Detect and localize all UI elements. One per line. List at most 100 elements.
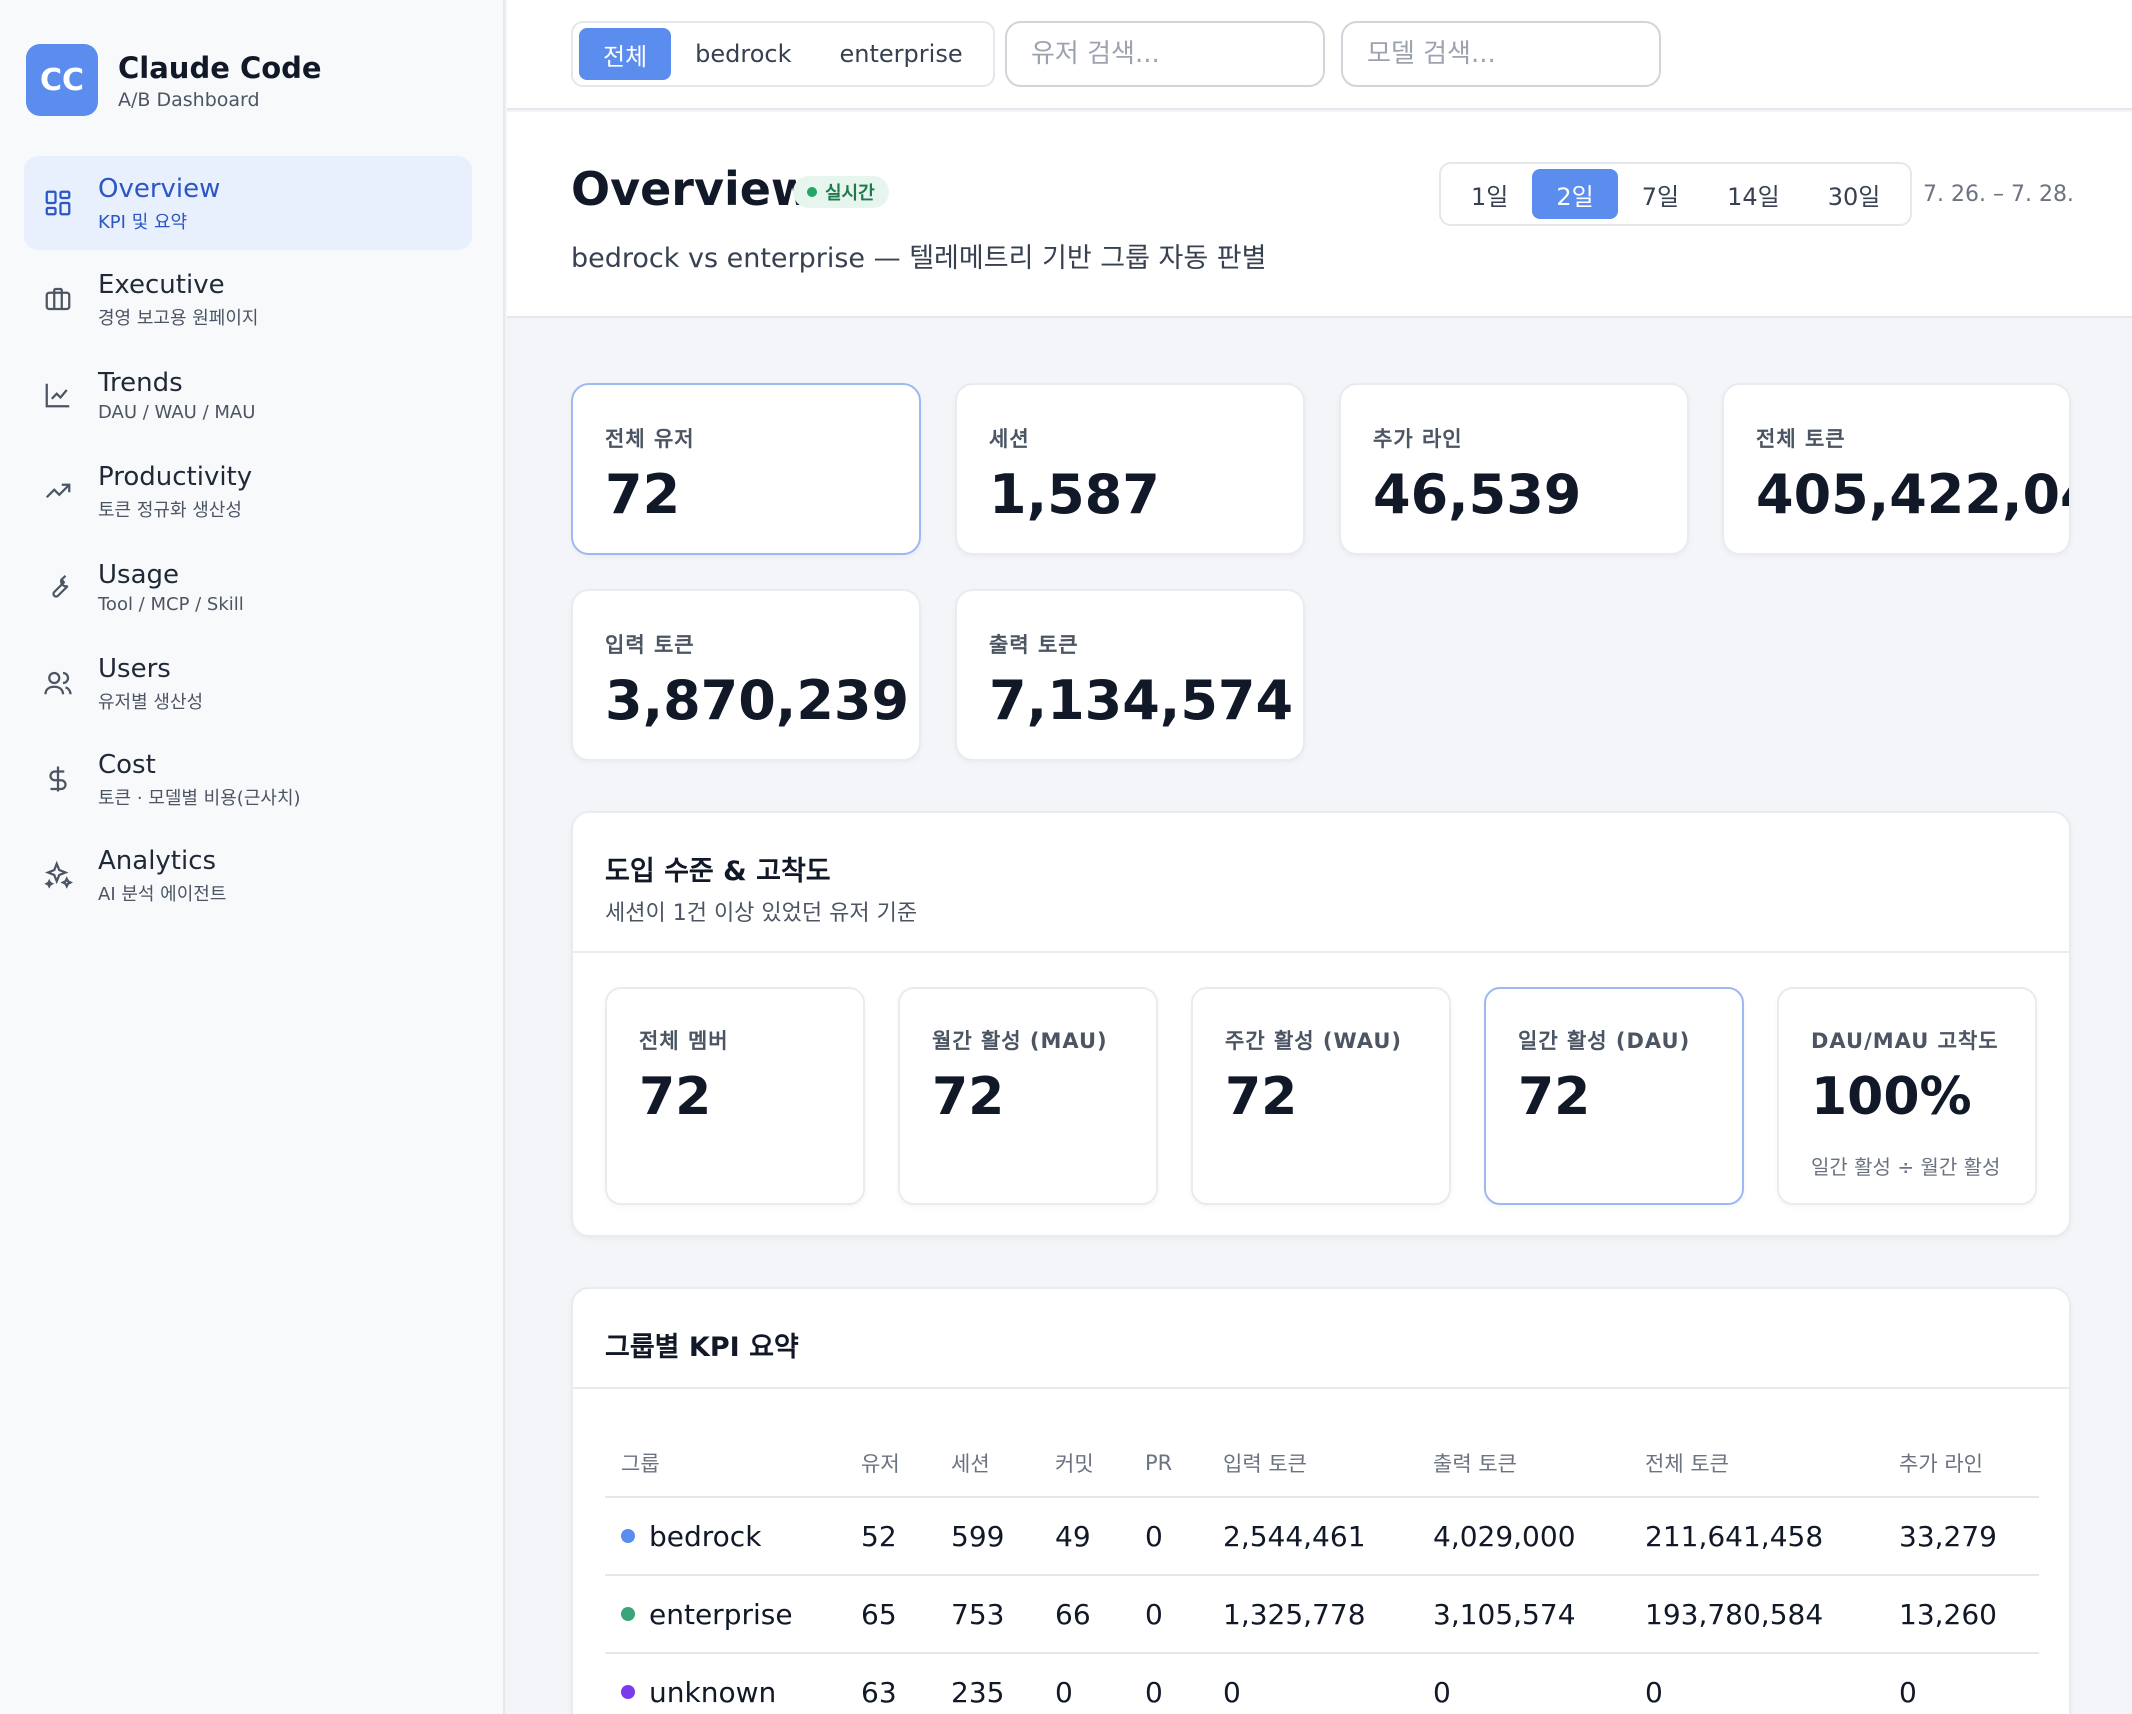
table-cell: 52 <box>845 1497 935 1576</box>
brand-title: Claude Code <box>118 51 322 85</box>
panel-divider <box>573 951 2069 953</box>
table-row[interactable]: enterprise 65 753 66 0 1,325,778 3,105,5… <box>605 1575 2039 1654</box>
column-header[interactable]: 입력 토큰 <box>1207 1429 1417 1498</box>
dollar-icon <box>40 761 76 797</box>
sidebar-item-executive[interactable]: Executive 경영 보고용 원페이지 <box>24 252 472 346</box>
sidebar-item-label: Usage <box>98 560 180 590</box>
range-2d[interactable]: 2일 <box>1532 169 1618 219</box>
group-name: bedrock <box>649 1519 762 1553</box>
adoption-card-stickiness: DAU/MAU 고착도 100% 일간 활성 ÷ 월간 활성 <box>1777 987 2037 1205</box>
range-30d[interactable]: 30일 <box>1804 169 1905 219</box>
brand-subtitle: A/B Dashboard <box>118 89 260 111</box>
adoption-label: 일간 활성 (DAU) <box>1518 1029 1691 1053</box>
wrench-icon <box>40 569 76 605</box>
adoption-label: 주간 활성 (WAU) <box>1225 1029 1402 1053</box>
table-cell: 753 <box>935 1575 1039 1654</box>
group-dot-icon <box>621 1684 635 1699</box>
table-cell: 0 <box>1129 1575 1207 1654</box>
kpi-value: 72 <box>605 463 681 526</box>
kpi-value: 7,134,574 <box>989 669 1294 732</box>
column-header[interactable]: PR <box>1129 1429 1207 1498</box>
sidebar-item-label: Trends <box>98 368 183 398</box>
kpi-card-input-tokens: 입력 토큰 3,870,239 <box>571 589 921 761</box>
sidebar-item-desc: 토큰 · 모델별 비용(근사치) <box>98 787 301 809</box>
topbar: 전체 bedrock enterprise <box>507 0 2132 110</box>
adoption-card-total-members: 전체 멤버 72 <box>605 987 865 1205</box>
column-header[interactable]: 세션 <box>935 1429 1039 1498</box>
sidebar-item-analytics[interactable]: Analytics AI 분석 에이전트 <box>24 828 472 922</box>
kpi-card-total-tokens: 전체 토큰 405,422,042 <box>1722 383 2071 555</box>
kpi-value: 405,422,042 <box>1756 463 2069 526</box>
page-title: Overview <box>571 162 814 216</box>
group-filter-all[interactable]: 전체 <box>579 28 672 80</box>
panel-divider <box>573 1387 2069 1389</box>
column-header[interactable]: 출력 토큰 <box>1417 1429 1629 1498</box>
column-header[interactable]: 전체 토큰 <box>1629 1429 1883 1498</box>
sidebar-item-cost[interactable]: Cost 토큰 · 모델별 비용(근사치) <box>24 732 472 826</box>
kpi-label: 출력 토큰 <box>989 633 1079 657</box>
table-cell: 33,279 <box>1883 1497 2039 1576</box>
group-filter-bedrock[interactable]: bedrock <box>671 28 815 80</box>
adoption-label: DAU/MAU 고착도 <box>1811 1029 1999 1053</box>
table-cell: 235 <box>935 1653 1039 1714</box>
group-dot-icon <box>621 1528 635 1543</box>
group-name: unknown <box>649 1675 777 1709</box>
table-cell: 0 <box>1883 1653 2039 1714</box>
live-dot-icon <box>807 187 817 197</box>
sidebar-item-overview[interactable]: Overview KPI 및 요약 <box>24 156 472 250</box>
model-search-input[interactable] <box>1341 21 1661 87</box>
table-header-row: 그룹 유저 세션 커밋 PR 입력 토큰 출력 토큰 전체 토큰 추가 라인 <box>605 1429 2039 1498</box>
briefcase-icon <box>40 281 76 317</box>
column-header[interactable]: 커밋 <box>1039 1429 1129 1498</box>
range-1d[interactable]: 1일 <box>1447 169 1532 219</box>
adoption-value: 72 <box>639 1067 712 1127</box>
page-header: Overview 실시간 bedrock vs enterprise — 텔레메… <box>507 112 2132 318</box>
group-filter: 전체 bedrock enterprise <box>571 21 995 87</box>
sidebar-item-desc: AI 분석 에이전트 <box>98 883 227 905</box>
sidebar-item-desc: 토큰 정규화 생산성 <box>98 499 242 521</box>
group-filter-enterprise[interactable]: enterprise <box>816 28 987 80</box>
group-kpi-panel: 그룹별 KPI 요약 그룹 유저 세션 커밋 PR 입력 토큰 출력 토큰 전체… <box>571 1287 2071 1714</box>
adoption-card-mau: 월간 활성 (MAU) 72 <box>898 987 1158 1205</box>
trending-up-icon <box>40 473 76 509</box>
group-kpi-title: 그룹별 KPI 요약 <box>605 1332 799 1363</box>
sidebar-item-desc: 유저별 생산성 <box>98 691 204 713</box>
kpi-card-total-users: 전체 유저 72 <box>571 383 921 555</box>
kpi-label: 입력 토큰 <box>605 633 695 657</box>
kpi-label: 전체 토큰 <box>1756 427 1846 451</box>
brand[interactable]: CC Claude Code A/B Dashboard <box>26 44 322 116</box>
sidebar-nav: Overview KPI 및 요약 Executive 경영 보고용 원페이지 … <box>24 156 472 924</box>
table-cell: 66 <box>1039 1575 1129 1654</box>
table-cell: 2,544,461 <box>1207 1497 1417 1576</box>
range-14d[interactable]: 14일 <box>1703 169 1804 219</box>
sidebar: CC Claude Code A/B Dashboard Overview KP… <box>0 0 505 1714</box>
sidebar-item-usage[interactable]: Usage Tool / MCP / Skill <box>24 540 472 634</box>
date-range-selector: 1일 2일 7일 14일 30일 <box>1439 162 1913 226</box>
sidebar-item-label: Productivity <box>98 461 253 492</box>
table-cell: 65 <box>845 1575 935 1654</box>
column-header[interactable]: 추가 라인 <box>1883 1429 2039 1498</box>
table-cell: 599 <box>935 1497 1039 1576</box>
column-header[interactable]: 그룹 <box>605 1429 845 1498</box>
kpi-label: 전체 유저 <box>605 427 695 451</box>
column-header[interactable]: 유저 <box>845 1429 935 1498</box>
kpi-card-output-tokens: 출력 토큰 7,134,574 <box>955 589 1305 761</box>
sidebar-item-trends[interactable]: Trends DAU / WAU / MAU <box>24 348 472 442</box>
sidebar-item-users[interactable]: Users 유저별 생산성 <box>24 636 472 730</box>
adoption-label: 월간 활성 (MAU) <box>932 1029 1108 1053</box>
adoption-panel: 도입 수준 & 고착도 세션이 1건 이상 있었던 유저 기준 전체 멤버 72… <box>571 811 2071 1237</box>
sidebar-item-desc: Tool / MCP / Skill <box>98 594 244 615</box>
table-row[interactable]: bedrock 52 599 49 0 2,544,461 4,029,000 … <box>605 1497 2039 1576</box>
sidebar-item-productivity[interactable]: Productivity 토큰 정규화 생산성 <box>24 444 472 538</box>
date-range-label: 7. 26. – 7. 28. <box>1923 182 2074 207</box>
adoption-value: 100% <box>1811 1067 1972 1127</box>
range-7d[interactable]: 7일 <box>1618 169 1703 219</box>
adoption-note: 일간 활성 ÷ 월간 활성 <box>1811 1155 2001 1179</box>
sidebar-item-label: Cost <box>98 749 156 780</box>
user-search-input[interactable] <box>1005 21 1325 87</box>
group-dot-icon <box>621 1606 635 1621</box>
table-cell: 4,029,000 <box>1417 1497 1629 1576</box>
table-row[interactable]: unknown 63 235 0 0 0 0 0 0 <box>605 1653 2039 1714</box>
kpi-value: 1,587 <box>989 463 1160 526</box>
table-cell: 1,325,778 <box>1207 1575 1417 1654</box>
